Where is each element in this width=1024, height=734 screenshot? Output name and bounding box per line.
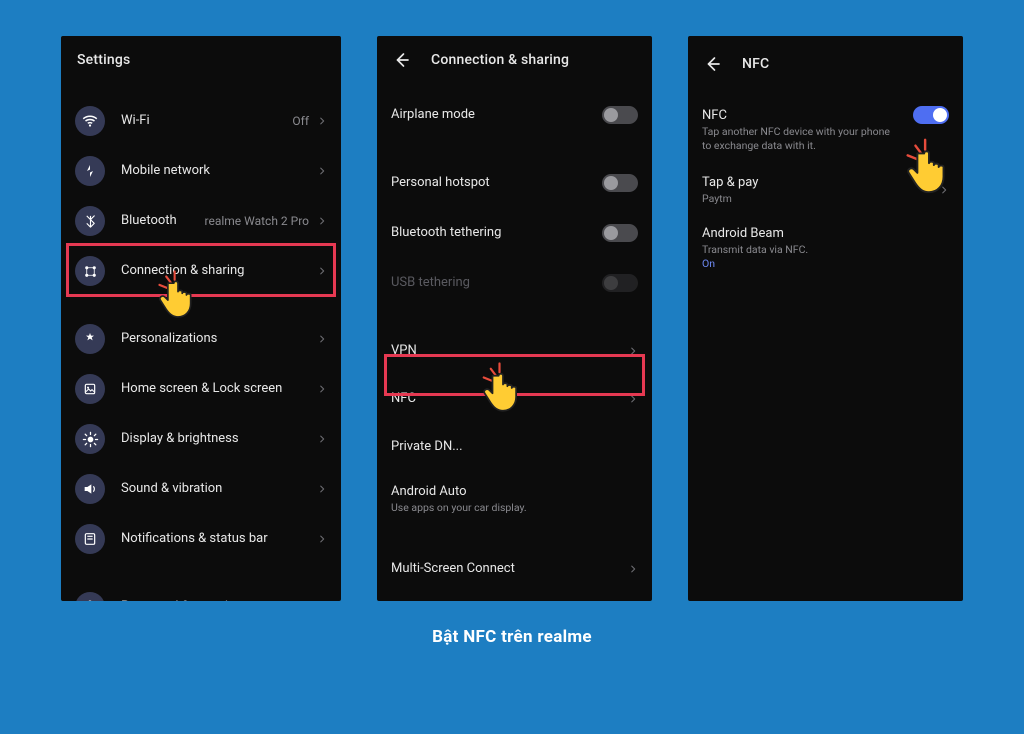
display-label: Display & brightness (121, 431, 317, 447)
wifi-value: Off (292, 114, 309, 128)
password-label: Password & security (121, 599, 317, 601)
back-button[interactable] (704, 55, 722, 73)
chevron-right-icon (317, 264, 327, 278)
nfc-screen-title: NFC (742, 56, 769, 72)
settings-row-home-lock[interactable]: Home screen & Lock screen (61, 364, 341, 414)
notifications-label: Notifications & status bar (121, 531, 317, 547)
home-lock-label: Home screen & Lock screen (121, 381, 317, 397)
password-security-icon (75, 592, 105, 601)
chevron-right-icon (628, 344, 638, 358)
nfc-master-label: NFC (702, 108, 913, 124)
sound-vibration-icon (75, 474, 105, 504)
connection-sharing-label: Connection & sharing (121, 263, 317, 279)
chevron-right-icon (317, 164, 327, 178)
settings-row-notifications[interactable]: Notifications & status bar (61, 514, 341, 564)
airplane-toggle[interactable] (602, 106, 638, 124)
row-bluetooth-tethering[interactable]: Bluetooth tethering (377, 208, 652, 258)
android-auto-sublabel: Use apps on your car display. (391, 501, 638, 515)
bluetooth-value: realme Watch 2 Pro (205, 214, 309, 228)
private-dns-label: Private DN... (391, 439, 638, 455)
android-beam-sublabel: Transmit data via NFC. (702, 243, 949, 257)
settings-title: Settings (77, 52, 130, 68)
conn-header: Connection & sharing (377, 36, 652, 84)
phone-connection-sharing: Connection & sharing Airplane mode Perso… (377, 36, 652, 601)
connection-sharing-icon (75, 256, 105, 286)
android-beam-status: On (702, 257, 949, 270)
chevron-right-icon (628, 562, 638, 576)
personalizations-label: Personalizations (121, 331, 317, 347)
row-nfc-master[interactable]: NFC Tap another NFC device with your pho… (688, 100, 963, 164)
bluetooth-label: Bluetooth (121, 213, 205, 229)
settings-row-personalizations[interactable]: Personalizations (61, 314, 341, 364)
personalizations-icon (75, 324, 105, 354)
row-private-dns[interactable]: Private DN... (377, 422, 652, 472)
figure-caption: Bật NFC trên realme (432, 627, 592, 647)
vpn-label: VPN (391, 343, 628, 359)
display-brightness-icon (75, 424, 105, 454)
tap-pay-sublabel: Paytm (702, 192, 939, 206)
row-usb-tethering: USB tethering (377, 258, 652, 308)
settings-row-display[interactable]: Display & brightness (61, 414, 341, 464)
settings-row-sound[interactable]: Sound & vibration (61, 464, 341, 514)
usbteth-label: USB tethering (391, 275, 602, 291)
hotspot-toggle[interactable] (602, 174, 638, 192)
mobile-network-icon (75, 156, 105, 186)
chevron-right-icon (317, 382, 327, 396)
wifi-label: Wi-Fi (121, 113, 292, 129)
row-nfc[interactable]: NFC (377, 376, 652, 422)
usbteth-toggle (602, 274, 638, 292)
nfc-master-sublabel: Tap another NFC device with your phone t… (702, 125, 892, 152)
row-multiscreen-connect[interactable]: Multi-Screen Connect (377, 544, 652, 594)
chevron-right-icon (317, 214, 327, 228)
phone-nfc: NFC NFC Tap another NFC device with your… (688, 36, 963, 601)
chevron-right-icon (317, 432, 327, 446)
row-android-beam[interactable]: Android Beam Transmit data via NFC. On (688, 216, 963, 280)
row-airplane-mode[interactable]: Airplane mode (377, 90, 652, 140)
settings-header: Settings (61, 36, 341, 84)
home-lock-icon (75, 374, 105, 404)
settings-row-connection-sharing[interactable]: Connection & sharing (61, 246, 341, 296)
notifications-icon (75, 524, 105, 554)
bluetooth-icon (75, 206, 105, 236)
nfc-header: NFC (688, 36, 963, 92)
hotspot-label: Personal hotspot (391, 175, 602, 191)
msc-label: Multi-Screen Connect (391, 561, 628, 577)
nfc-label: NFC (391, 391, 628, 407)
chevron-right-icon (317, 332, 327, 346)
settings-row-password-security[interactable]: Password & security (61, 582, 341, 601)
chevron-right-icon (317, 114, 327, 128)
settings-row-wifi[interactable]: Wi-Fi Off (61, 96, 341, 146)
btteth-toggle[interactable] (602, 224, 638, 242)
chevron-right-icon (317, 482, 327, 496)
settings-row-bluetooth[interactable]: Bluetooth realme Watch 2 Pro (61, 196, 341, 246)
chevron-right-icon (939, 183, 949, 197)
back-button[interactable] (393, 51, 411, 69)
phone-settings: Settings Wi-Fi Off Mobile network Blueto… (61, 36, 341, 601)
android-auto-label: Android Auto (391, 484, 638, 500)
mobile-label: Mobile network (121, 163, 317, 179)
android-beam-label: Android Beam (702, 226, 949, 242)
row-android-auto[interactable]: Android Auto Use apps on your car displa… (377, 472, 652, 526)
settings-row-mobile[interactable]: Mobile network (61, 146, 341, 196)
tap-pay-label: Tap & pay (702, 175, 939, 191)
chevron-right-icon (317, 532, 327, 546)
conn-title: Connection & sharing (431, 52, 569, 68)
row-vpn[interactable]: VPN (377, 326, 652, 376)
sound-label: Sound & vibration (121, 481, 317, 497)
nfc-master-toggle[interactable] (913, 106, 949, 124)
chevron-right-icon (628, 392, 638, 406)
row-tap-pay[interactable]: Tap & pay Paytm (688, 164, 963, 216)
chevron-right-icon (317, 600, 327, 601)
wifi-icon (75, 106, 105, 136)
row-personal-hotspot[interactable]: Personal hotspot (377, 158, 652, 208)
airplane-label: Airplane mode (391, 107, 602, 123)
btteth-label: Bluetooth tethering (391, 225, 602, 241)
row-screencast[interactable]: Screencast (377, 594, 652, 601)
